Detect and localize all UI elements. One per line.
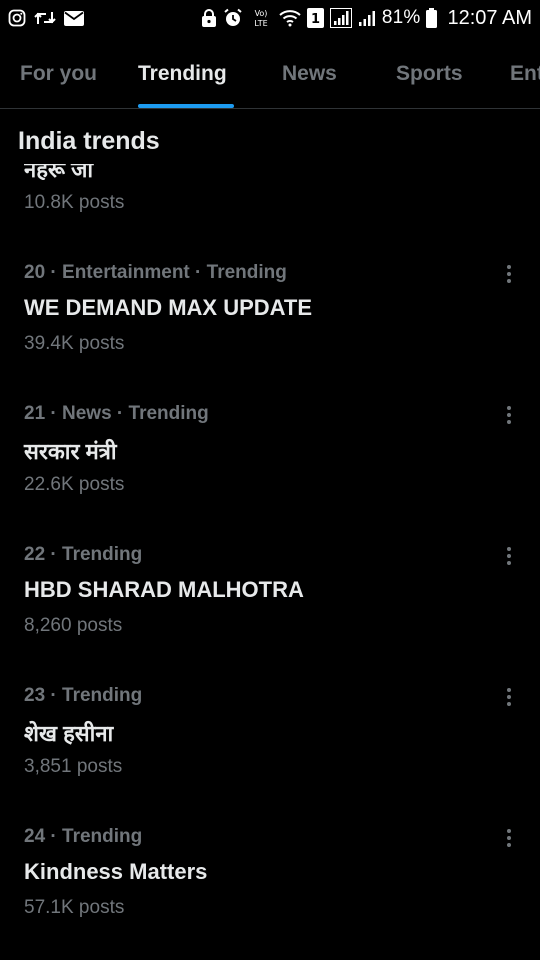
trend-meta: 24 · Trending	[24, 826, 143, 847]
more-vertical-icon	[507, 829, 511, 847]
sim-label: 1	[311, 12, 320, 27]
more-options-button[interactable]	[498, 685, 520, 709]
sim-1-icon: 1	[306, 8, 324, 28]
instagram-icon	[8, 9, 26, 27]
trend-name: शेख हसीना	[24, 721, 114, 746]
more-vertical-icon	[507, 688, 511, 706]
lock-icon	[201, 9, 217, 27]
trend-name: नेहरू जी	[24, 164, 94, 180]
more-options-button[interactable]	[498, 403, 520, 427]
trend-meta: 20 · Entertainment · Trending	[24, 262, 287, 283]
battery-icon	[426, 8, 438, 28]
tab-news[interactable]: News	[282, 62, 337, 86]
volte-icon: Vo) LTE	[249, 8, 273, 28]
svg-text:Vo): Vo)	[254, 9, 267, 18]
trend-list: 20 · Entertainment · Trending WE DEMAND …	[0, 248, 540, 953]
alarm-icon	[223, 8, 243, 28]
trend-name: सरकार मंत्री	[24, 439, 117, 464]
trend-meta: 21 · News · Trending	[24, 403, 209, 424]
trend-item[interactable]: 24 · Trending Kindness Matters 57.1K pos…	[0, 812, 540, 953]
more-vertical-icon	[507, 265, 511, 283]
tab-entertainment[interactable]: Ent	[510, 62, 540, 86]
active-tab-indicator	[138, 104, 234, 108]
tab-sports[interactable]: Sports	[396, 62, 463, 86]
trend-meta: 23 · Trending	[24, 685, 143, 706]
status-bar: Vo) LTE 1 81% 12:07 AM	[0, 0, 540, 36]
trend-item[interactable]: 23 · Trending शेख हसीना 3,851 posts	[0, 671, 540, 812]
mail-icon	[64, 10, 84, 26]
more-options-button[interactable]	[498, 826, 520, 850]
trend-name: WE DEMAND MAX UPDATE	[24, 295, 313, 320]
clock: 12:07 AM	[447, 6, 532, 29]
wifi-icon	[279, 9, 301, 27]
trend-post-count: 3,851 posts	[24, 756, 123, 777]
status-bar-system: Vo) LTE 1 81% 12:07 AM	[201, 7, 532, 30]
trend-meta: 22 · Trending	[24, 544, 143, 565]
more-options-button[interactable]	[498, 262, 520, 286]
more-options-button[interactable]	[498, 544, 520, 568]
trend-item[interactable]: 20 · Entertainment · Trending WE DEMAND …	[0, 248, 540, 389]
trend-post-count: 57.1K posts	[24, 897, 125, 918]
svg-text:LTE: LTE	[254, 19, 267, 28]
signal-2-icon	[358, 9, 376, 27]
trend-post-count: 8,260 posts	[24, 615, 123, 636]
partial-trend-item[interactable]: नेहरू जी	[24, 164, 224, 180]
trend-name: Kindness Matters	[24, 859, 208, 884]
trend-name: HBD SHARAD MALHOTRA	[24, 577, 304, 602]
more-vertical-icon	[507, 406, 511, 424]
signal-1-icon	[329, 8, 352, 28]
battery-percentage: 81%	[381, 7, 421, 28]
status-bar-notifications	[8, 9, 84, 27]
trend-post-count: 10.8K posts	[24, 192, 125, 213]
trend-post-count: 22.6K posts	[24, 474, 125, 495]
trend-item[interactable]: 22 · Trending HBD SHARAD MALHOTRA 8,260 …	[0, 530, 540, 671]
trend-item[interactable]: 21 · News · Trending सरकार मंत्री 22.6K …	[0, 389, 540, 530]
repost-icon	[34, 10, 56, 26]
tab-trending[interactable]: Trending	[138, 62, 227, 86]
more-vertical-icon	[507, 547, 511, 565]
explore-tab-bar: For you Trending News Sports Ent	[0, 48, 540, 109]
trend-post-count: 39.4K posts	[24, 333, 125, 354]
tab-for-you[interactable]: For you	[20, 62, 97, 86]
section-title: India trends	[18, 127, 160, 155]
